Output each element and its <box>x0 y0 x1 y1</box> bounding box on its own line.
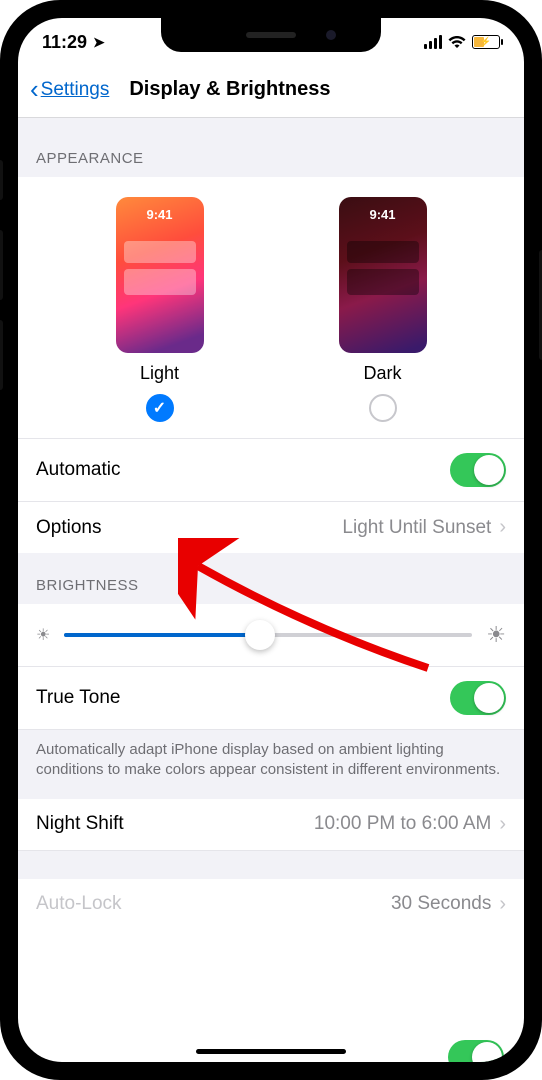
section-header-brightness: BRIGHTNESS <box>18 553 524 604</box>
automatic-label: Automatic <box>36 459 120 481</box>
options-label: Options <box>36 517 101 539</box>
auto-lock-value: 30 Seconds <box>391 893 491 915</box>
navigation-bar: ‹ Settings Display & Brightness <box>18 66 524 118</box>
speaker <box>246 32 296 38</box>
dark-mode-preview: 9:41 <box>339 197 427 353</box>
chevron-right-icon: › <box>499 516 506 539</box>
side-button-volume-up <box>0 230 3 300</box>
dark-mode-label: Dark <box>363 363 401 384</box>
sun-max-icon: ☀ <box>486 622 506 648</box>
options-row[interactable]: Options Light Until Sunset › <box>18 502 524 553</box>
front-camera <box>326 30 336 40</box>
light-mode-preview: 9:41 <box>116 197 204 353</box>
statusbar-time: 11:29 <box>42 32 87 53</box>
checkmark-icon: ✓ <box>153 398 166 418</box>
chevron-right-icon: › <box>499 893 506 916</box>
night-shift-row[interactable]: Night Shift 10:00 PM to 6:00 AM › <box>18 799 524 851</box>
preview-time: 9:41 <box>339 207 427 222</box>
brightness-slider[interactable] <box>64 620 472 650</box>
light-mode-label: Light <box>140 363 179 384</box>
phone-device-frame: 11:29 ➤ ⚡ ‹ Settings Displa <box>0 0 542 1080</box>
automatic-toggle[interactable] <box>450 453 506 487</box>
preview-notification <box>347 241 419 263</box>
truetone-description: Automatically adapt iPhone display based… <box>18 730 524 799</box>
home-indicator[interactable] <box>196 1049 346 1054</box>
sun-min-icon: ☀ <box>36 625 50 645</box>
partial-toggle-cutoff <box>448 1040 504 1062</box>
auto-lock-row[interactable]: Auto-Lock 30 Seconds › <box>18 879 524 930</box>
preview-notification <box>124 241 196 263</box>
location-services-icon: ➤ <box>93 34 105 51</box>
slider-thumb[interactable] <box>245 620 275 650</box>
truetone-label: True Tone <box>36 687 121 709</box>
chevron-right-icon: › <box>499 813 506 836</box>
light-mode-radio[interactable]: ✓ <box>146 394 174 422</box>
truetone-row: True Tone <box>18 667 524 730</box>
screen: 11:29 ➤ ⚡ ‹ Settings Displa <box>18 18 524 1062</box>
night-shift-value: 10:00 PM to 6:00 AM <box>314 813 491 835</box>
auto-lock-label: Auto-Lock <box>36 893 122 915</box>
page-title: Display & Brightness <box>129 78 330 101</box>
appearance-option-light[interactable]: 9:41 Light ✓ <box>116 197 204 422</box>
night-shift-label: Night Shift <box>36 813 124 835</box>
appearance-mode-picker: 9:41 Light ✓ 9:41 Dark <box>18 177 524 439</box>
battery-charging-icon: ⚡ <box>480 37 491 48</box>
wifi-icon <box>448 35 466 49</box>
preview-time: 9:41 <box>116 207 204 222</box>
preview-notification <box>347 269 419 295</box>
preview-notification <box>124 269 196 295</box>
notch <box>161 18 381 52</box>
battery-icon: ⚡ <box>472 35 500 49</box>
back-button[interactable]: ‹ Settings <box>30 74 109 105</box>
content: APPEARANCE 9:41 Light ✓ 9:41 <box>18 118 524 930</box>
side-button-volume-down <box>0 320 3 390</box>
cellular-signal-icon <box>424 35 442 49</box>
chevron-left-icon: ‹ <box>30 74 39 105</box>
appearance-option-dark[interactable]: 9:41 Dark <box>339 197 427 422</box>
back-button-label: Settings <box>41 79 110 101</box>
dark-mode-radio[interactable] <box>369 394 397 422</box>
truetone-toggle[interactable] <box>450 681 506 715</box>
automatic-row: Automatic <box>18 439 524 502</box>
brightness-slider-row: ☀ ☀ <box>18 604 524 667</box>
options-value: Light Until Sunset <box>342 517 491 539</box>
side-button-silent <box>0 160 3 200</box>
section-header-appearance: APPEARANCE <box>18 118 524 177</box>
